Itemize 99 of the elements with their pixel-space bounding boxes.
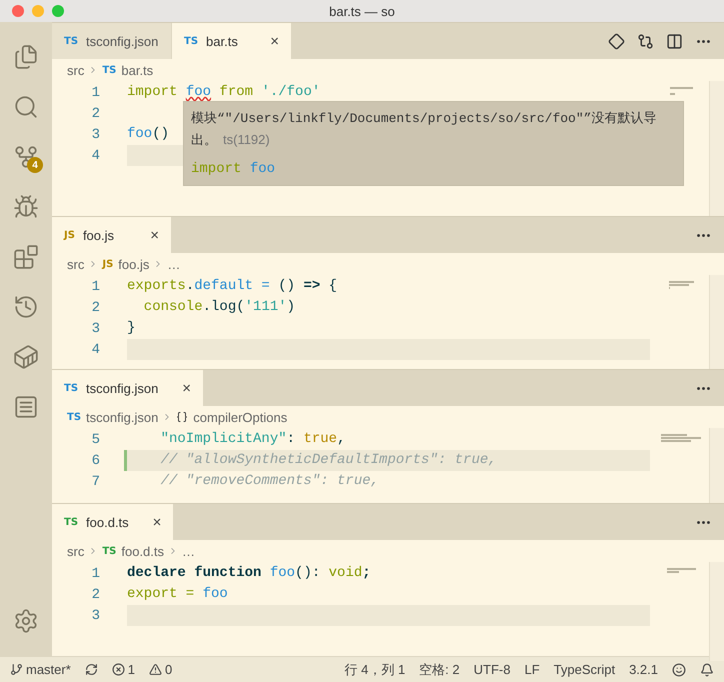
status-item[interactable]: LF <box>524 662 540 677</box>
code-line: export = foo <box>127 585 228 604</box>
close-tab-button[interactable]: × <box>254 32 279 50</box>
outline-icon[interactable] <box>13 394 39 420</box>
file-type-icon: TS <box>102 546 116 556</box>
window-title: bar.ts — so <box>329 4 395 18</box>
line-number: 1 <box>90 278 101 294</box>
scrollbar[interactable] <box>709 81 724 216</box>
line-number: 2 <box>90 106 101 122</box>
scrollbar[interactable] <box>709 275 724 369</box>
tab-label: foo.d.ts <box>86 514 129 530</box>
editor-tab[interactable]: JS foo.js × <box>52 217 172 253</box>
minimap-drawing <box>668 281 694 289</box>
breadcrumb-item[interactable]: … <box>167 256 180 272</box>
minimap-drawing <box>661 434 701 442</box>
breadcrumb-item[interactable]: src <box>67 256 84 272</box>
code-line: exports.default = () => { <box>127 277 338 296</box>
code-line: // "allowSyntheticDefaultImports": true, <box>160 451 497 470</box>
zoom-window-button[interactable] <box>52 5 64 17</box>
branch-icon <box>10 663 23 676</box>
error-message: 模块“"/Users/linkfly/Documents/projects/so/src/foo"”没有默认导出。 ts(1192) <box>191 111 656 148</box>
breadcrumb-item[interactable]: tsconfig.json <box>86 410 158 424</box>
count-badge: 4 <box>27 157 43 173</box>
clock-icon[interactable] <box>13 294 39 320</box>
file-type-icon: TS <box>64 516 78 528</box>
status-item[interactable]: 3.2.1 <box>629 662 658 677</box>
status-item[interactable]: 空格: 2 <box>419 660 460 678</box>
tab-label: bar.ts <box>206 34 238 48</box>
line-number: 2 <box>90 586 101 602</box>
line-number: 3 <box>90 126 101 142</box>
smiley-icon[interactable] <box>672 662 686 676</box>
container-icon[interactable] <box>13 344 39 370</box>
code-line: declare function foo(): void; <box>127 564 371 583</box>
tab-label: tsconfig.json <box>86 34 158 48</box>
line-number: 4 <box>90 342 101 358</box>
file-type-icon: TS <box>184 36 198 46</box>
line-number: 6 <box>90 452 101 468</box>
line-number: 4 <box>90 148 101 164</box>
status-item[interactable]: master* <box>10 662 71 677</box>
breadcrumb-item[interactable]: src <box>67 62 84 78</box>
close-tab-button[interactable]: × <box>136 514 162 530</box>
status-item[interactable]: 0 <box>149 662 172 677</box>
warning-icon <box>149 663 162 676</box>
breadcrumb-item[interactable]: foo.js <box>118 256 150 272</box>
tab-label: foo.js <box>82 228 114 242</box>
minimap-drawing <box>670 87 692 95</box>
code-line: // "removeComments": true, <box>160 472 380 491</box>
file-type-icon: TS <box>67 412 82 422</box>
breadcrumb-item[interactable]: foo.d.ts <box>121 544 164 558</box>
line-number: 3 <box>90 320 101 336</box>
editor-tab[interactable]: TS tsconfig.json × <box>52 370 204 406</box>
code-line: } <box>127 319 136 338</box>
line-number: 1 <box>90 566 101 582</box>
line-number: 1 <box>90 84 101 100</box>
compare-icon[interactable] <box>637 32 654 50</box>
debug-icon[interactable] <box>13 194 39 220</box>
error-icon <box>112 663 125 676</box>
close-tab-button[interactable]: × <box>166 380 192 396</box>
scrollbar[interactable] <box>709 428 724 503</box>
settings-icon[interactable] <box>13 608 39 634</box>
status-item[interactable]: 1 <box>112 662 136 677</box>
file-type-icon: TS <box>102 64 116 76</box>
diamond-icon[interactable] <box>608 32 625 50</box>
status-item[interactable]: TypeScript <box>554 662 616 677</box>
line-number: 2 <box>90 300 101 316</box>
scrollbar[interactable] <box>709 562 724 661</box>
file-type-icon: JS <box>102 258 114 270</box>
line-number: 3 <box>90 608 101 624</box>
code-snippet: import foo <box>191 161 276 177</box>
breadcrumb-item[interactable]: … <box>182 544 196 558</box>
breadcrumb-item[interactable]: bar.ts <box>121 62 154 78</box>
file-type-icon: JS <box>64 230 75 240</box>
file-type-icon: TS <box>64 382 78 394</box>
breadcrumb-item[interactable]: compilerOptions <box>193 410 288 424</box>
source-control-icon[interactable] <box>13 144 39 170</box>
line-number: 7 <box>90 474 101 490</box>
braces-icon <box>176 411 188 423</box>
error-code: ts(1192) <box>223 132 270 147</box>
editor-tab[interactable]: TS foo.d.ts × <box>52 504 174 540</box>
code-line: console.log('111') <box>142 298 296 317</box>
close-window-button[interactable] <box>12 5 24 17</box>
code-line: "noImplicitAny": true, <box>160 430 346 449</box>
split-editor-icon[interactable] <box>666 32 683 50</box>
editor-tab[interactable]: TS bar.ts × <box>172 23 292 59</box>
extensions-icon[interactable] <box>13 244 39 270</box>
code-line: foo() <box>127 125 170 144</box>
editor-tab[interactable]: TS tsconfig.json <box>52 23 172 59</box>
breadcrumb-item[interactable]: src <box>67 544 84 558</box>
search-icon[interactable] <box>13 94 39 120</box>
tab-label: tsconfig.json <box>86 380 158 396</box>
file-type-icon: TS <box>64 36 78 46</box>
bell-icon[interactable] <box>700 662 714 676</box>
minimap-drawing <box>666 568 696 573</box>
status-item[interactable]: 行 4，列 1 <box>344 660 406 678</box>
status-item[interactable]: UTF-8 <box>474 662 510 677</box>
line-number: 5 <box>90 432 101 448</box>
files-icon[interactable] <box>13 44 39 70</box>
close-tab-button[interactable]: × <box>134 226 159 244</box>
code-line: import foo from './foo' <box>127 83 320 102</box>
